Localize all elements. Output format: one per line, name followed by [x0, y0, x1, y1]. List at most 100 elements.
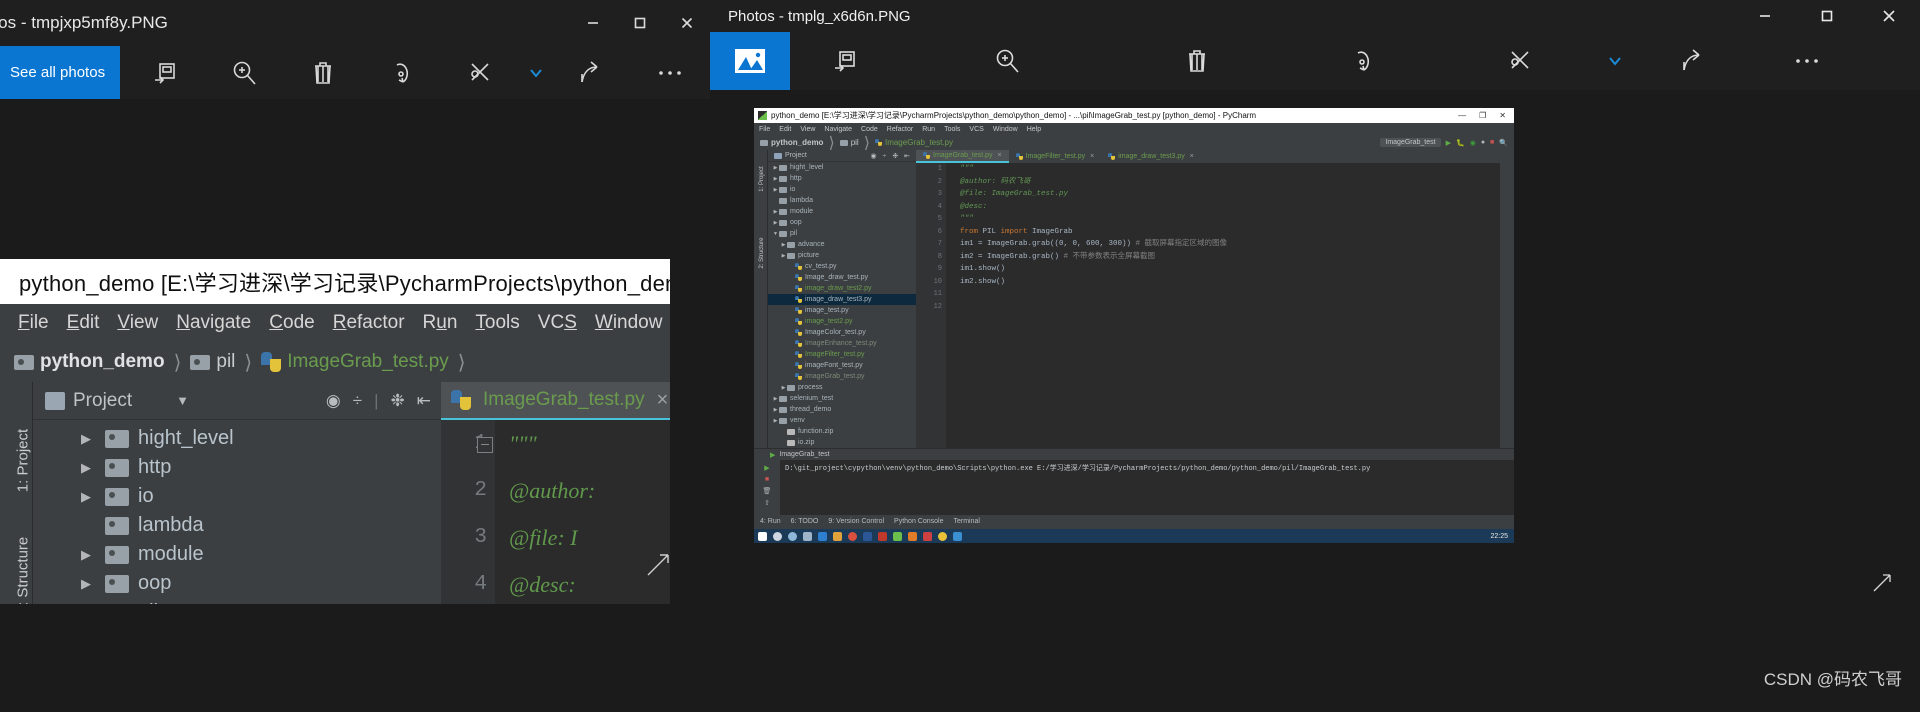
app-red-icon[interactable]: [878, 531, 887, 541]
ps-menu-tools[interactable]: Tools: [944, 126, 960, 133]
ps-editor-tab[interactable]: image_draw_test3.py ×: [1101, 150, 1201, 163]
menu-view[interactable]: View: [117, 312, 158, 334]
ps-tree-item[interactable]: ▶ hight_level: [768, 162, 916, 173]
add-to-album-icon[interactable]: [125, 46, 204, 99]
menu-refactor[interactable]: Refactor: [333, 312, 405, 334]
expand-arrow-icon[interactable]: ▶: [772, 220, 779, 226]
tree-item[interactable]: ▶ oop: [33, 569, 441, 598]
maximize-icon[interactable]: [1796, 0, 1858, 32]
chevron-down-icon[interactable]: [1596, 32, 1634, 90]
ps-menu-help[interactable]: Help: [1027, 126, 1041, 133]
print-icon[interactable]: ⇧: [764, 499, 770, 507]
photo-home-icon[interactable]: [710, 32, 790, 90]
gear-icon[interactable]: ❉: [391, 391, 405, 411]
menu-navigate[interactable]: Navigate: [176, 312, 251, 334]
ps-tree-item[interactable]: ▶ picture: [768, 250, 916, 261]
collapse-all-icon[interactable]: ÷: [353, 391, 362, 411]
ps-tree-item[interactable]: ImageEnhance_test.py: [768, 338, 916, 349]
run-icon[interactable]: ▶: [1446, 139, 1451, 147]
explorer-icon[interactable]: [833, 531, 842, 541]
menu-edit[interactable]: Edit: [67, 312, 100, 334]
minimize-icon[interactable]: [569, 0, 616, 46]
expand-arrow-icon[interactable]: ▶: [780, 253, 787, 259]
ps-tree-item[interactable]: ▶ oop: [768, 217, 916, 228]
app-yellow-icon[interactable]: [938, 531, 947, 541]
ps-menu-vcs[interactable]: VCS: [969, 126, 983, 133]
chrome-icon[interactable]: [848, 531, 857, 541]
ps-editor-code[interactable]: """ @author: 码农飞哥 @file: ImageGrab_test.py…: [946, 163, 1500, 448]
share-icon[interactable]: [552, 46, 631, 99]
minimize-icon[interactable]: —: [1458, 111, 1466, 120]
ps-tab-python-console[interactable]: Python Console: [894, 518, 943, 525]
expand-arrow-icon[interactable]: ▶: [772, 165, 779, 171]
more-icon[interactable]: [631, 46, 710, 99]
ps-menu-navigate[interactable]: Navigate: [824, 126, 852, 133]
ps-tab-terminal[interactable]: Terminal: [953, 518, 979, 525]
search-icon[interactable]: 🔍: [1499, 139, 1508, 147]
expand-arrow-icon[interactable]: ▶: [772, 418, 779, 424]
word-icon[interactable]: [863, 531, 872, 541]
editor-tab-active[interactable]: ImageGrab_test.py ×: [441, 382, 670, 420]
cortana-icon[interactable]: [788, 531, 797, 541]
breadcrumb-file[interactable]: ImageGrab_test.py: [261, 351, 449, 373]
delete-icon[interactable]: [1114, 32, 1280, 90]
expand-arrow-icon[interactable]: ▶: [81, 431, 97, 447]
minimize-icon[interactable]: [1734, 0, 1796, 32]
locate-icon[interactable]: ◉: [326, 391, 341, 411]
ps-menu-edit[interactable]: Edit: [779, 126, 791, 133]
ps-menu-file[interactable]: File: [759, 126, 770, 133]
close-icon[interactable]: ×: [657, 389, 669, 412]
ps-editor-tab[interactable]: ImageFilter_test.py ×: [1009, 150, 1102, 163]
ps-tree-item[interactable]: lambda: [768, 195, 916, 206]
resize-arrow-icon[interactable]: [1870, 569, 1896, 600]
ps-tree-item[interactable]: Image_draw_test.py: [768, 272, 916, 283]
ps-tab-todo[interactable]: 6: TODO: [791, 518, 819, 525]
search-icon[interactable]: [773, 531, 782, 541]
close-icon[interactable]: ×: [1190, 153, 1194, 160]
close-icon[interactable]: ✕: [1499, 111, 1506, 120]
ps-menu-window[interactable]: Window: [993, 126, 1018, 133]
expand-arrow-icon[interactable]: ▶: [772, 209, 779, 215]
close-icon[interactable]: ×: [998, 152, 1002, 159]
edit-create-icon[interactable]: [441, 46, 520, 99]
more-icon[interactable]: [1752, 32, 1862, 90]
stop-icon[interactable]: ■: [765, 476, 769, 483]
restore-icon[interactable]: ❐: [1479, 111, 1486, 120]
tree-item[interactable]: ▼pil: [33, 598, 441, 604]
ps-breadcrumb-project[interactable]: python_demo: [760, 138, 823, 147]
menu-tools[interactable]: Tools: [475, 312, 519, 334]
ps-menu-run[interactable]: Run: [922, 126, 935, 133]
expand-arrow-icon[interactable]: ▶: [772, 396, 779, 402]
chevron-down-icon[interactable]: [520, 46, 552, 99]
ps-tree-item[interactable]: image_test.py: [768, 305, 916, 316]
ps-tree-item[interactable]: image_draw_test3.py: [768, 294, 916, 305]
ps-taskbar-clock[interactable]: 22:25: [1490, 533, 1514, 540]
ps-tree-item[interactable]: ▶ advance: [768, 239, 916, 250]
hide-icon[interactable]: ⇤: [417, 391, 431, 411]
collapse-arrow-icon[interactable]: ▼: [772, 231, 779, 237]
tree-item[interactable]: ▶ io: [33, 482, 441, 511]
tree-item[interactable]: ▶ http: [33, 453, 441, 482]
breadcrumb-pil[interactable]: pil: [190, 351, 235, 373]
ps-tree-item[interactable]: cv_test.py: [768, 261, 916, 272]
tree-item[interactable]: ▶ hight_level: [33, 424, 441, 453]
ps-tree-item[interactable]: io.zip: [768, 437, 916, 448]
ps-tree-item[interactable]: image_test2.py: [768, 316, 916, 327]
profile-icon[interactable]: ●: [1481, 139, 1485, 146]
expand-arrow-icon[interactable]: ▶: [81, 460, 97, 476]
add-to-album-icon[interactable]: [790, 32, 900, 90]
ps-tree-item[interactable]: ▼ pil: [768, 228, 916, 239]
ps-tree-item[interactable]: image_draw_test2.py: [768, 283, 916, 294]
ps-tree-item[interactable]: imageFont_test.py: [768, 360, 916, 371]
ps-menu-code[interactable]: Code: [861, 126, 878, 133]
ps-tree-item[interactable]: ImageColor_test.py: [768, 327, 916, 338]
rerun-icon[interactable]: ▶: [764, 464, 769, 472]
ps-breadcrumb-pil[interactable]: pil: [839, 138, 859, 147]
ps-breadcrumb-file[interactable]: ImageGrab_test.py: [874, 138, 953, 147]
rotate-icon[interactable]: [1280, 32, 1446, 90]
ps-tab-version-control[interactable]: 9: Version Control: [828, 518, 884, 525]
expand-arrow-icon[interactable]: ▶: [772, 187, 779, 193]
menu-file[interactable]: File: [18, 312, 49, 334]
expand-arrow-icon[interactable]: ▶: [772, 176, 779, 182]
ps-tree-item[interactable]: ▶ venv: [768, 415, 916, 426]
